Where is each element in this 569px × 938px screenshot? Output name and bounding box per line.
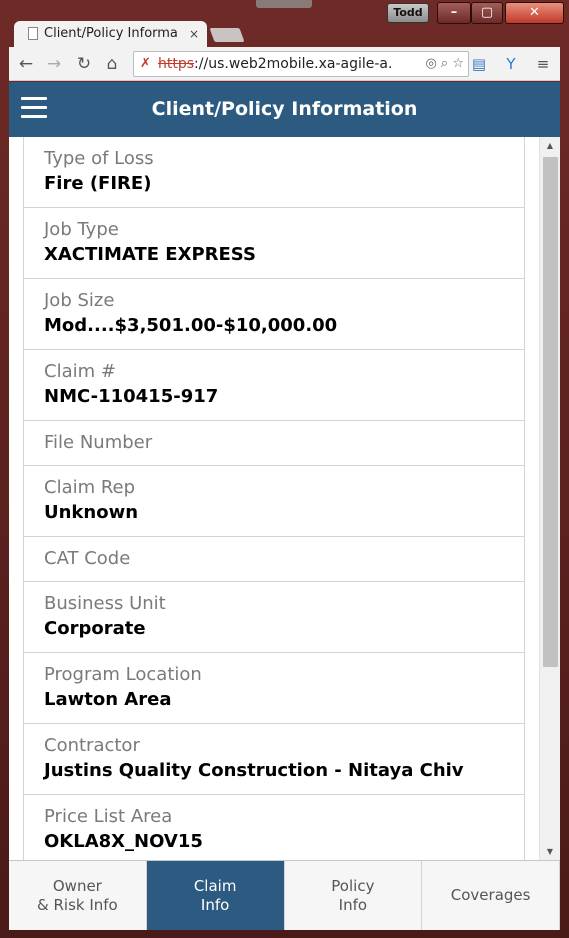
forward-icon[interactable]: → [43,53,65,75]
minimize-button[interactable]: – [437,2,471,24]
address-bar[interactable]: ✗ https://us.web2mobile.xa-agile-a. ◎ ⌕ … [133,51,469,77]
user-profile-chip[interactable]: Todd [387,3,429,23]
field-label: Job Size [44,290,115,311]
bottom-tab-1[interactable]: Claim Info [146,861,285,930]
title-bar: Todd – ▢ ✕ Client/Policy Informa × [0,0,569,47]
browser-tab[interactable]: Client/Policy Informa × [14,21,207,47]
field-label: Business Unit [44,593,166,614]
new-tab-button[interactable] [209,28,245,42]
field-value: Unknown [44,502,139,523]
tab-close-icon[interactable]: × [189,21,199,47]
field-label: Type of Loss [44,148,154,169]
field-value: Mod....$3,501.00-$10,000.00 [44,315,338,336]
field-value: Justins Quality Construction - Nitaya Ch… [44,760,464,781]
field-label: Claim Rep [44,477,136,498]
scrollbar[interactable]: ▲ ▼ [539,137,560,860]
field-row: Contractor Justins Quality Construction -… [24,724,524,795]
home-icon[interactable]: ⌂ [101,53,123,75]
field-row: Program Location Lawton Area [24,653,524,724]
maximize-button[interactable]: ▢ [471,2,503,24]
app-viewport: Client/Policy Information Type of Loss Fi… [9,82,560,930]
bottom-tab-bar: Owner & Risk Info Claim Info Policy Info Co… [9,860,560,930]
back-icon[interactable]: ← [15,53,37,75]
field-row: Job Type XACTIMATE EXPRESS [24,208,524,279]
page-icon [28,27,38,40]
bottom-tab-3[interactable]: Coverages [422,861,560,930]
field-row: Claim # NMC-110415-917 [24,350,524,421]
field-value: XACTIMATE EXPRESS [44,244,256,265]
field-value: NMC-110415-917 [44,386,219,407]
field-label: File Number [44,432,153,453]
app-header: Client/Policy Information [9,82,560,137]
scroll-up-arrow-icon[interactable]: ▲ [540,137,560,154]
field-row: Business Unit Corporate [24,582,524,653]
scroll-down-arrow-icon[interactable]: ▼ [540,843,560,860]
field-label: Contractor [44,735,140,756]
extension-y-icon[interactable]: Y [500,53,522,75]
reload-icon[interactable]: ↻ [73,53,95,75]
extension-folder-icon[interactable]: ▤ [468,53,490,75]
field-row: CAT Code [24,537,524,582]
field-label: Claim # [44,361,116,382]
window-grip [256,0,312,8]
browser-window: Todd – ▢ ✕ Client/Policy Informa × ← → ↻… [0,0,569,938]
content-area: Type of Loss Fire (FIRE) Job Type XACTIMATE… [9,137,560,860]
field-label: Job Type [44,219,119,240]
field-row: File Number [24,421,524,466]
bottom-tab-2[interactable]: Policy Info [284,861,423,930]
field-row: Type of Loss Fire (FIRE) [24,137,524,208]
field-row: Claim Rep Unknown [24,466,524,537]
bottom-tab-0[interactable]: Owner & Risk Info [9,861,147,930]
scroll-thumb[interactable] [543,157,558,667]
field-label: Program Location [44,664,202,685]
tab-title: Client/Policy Informa [44,26,178,41]
close-window-button[interactable]: ✕ [505,2,564,24]
field-value: Lawton Area [44,689,172,710]
menu-icon[interactable]: ≡ [532,53,554,75]
url-scheme: https [158,56,195,72]
field-value: Fire (FIRE) [44,173,152,194]
browser-toolbar: ← → ↻ ⌂ ✗ https://us.web2mobile.xa-agile… [9,47,560,81]
hamburger-menu-icon[interactable] [21,97,47,119]
field-list: Type of Loss Fire (FIRE) Job Type XACTIMATE… [23,137,525,860]
field-value: OKLA8X_NOV15 [44,831,203,852]
url-text: ://us.web2mobile.xa-agile-a. [194,56,393,72]
field-label: CAT Code [44,548,131,569]
page-title: Client/Policy Information [151,98,418,120]
field-value: Corporate [44,618,146,639]
field-label: Price List Area [44,806,173,827]
omnibox-icons: ◎ ⌕ ☆ [425,56,464,71]
insecure-lock-icon: ✗ [140,56,151,71]
field-row: Price List Area OKLA8X_NOV15 [24,795,524,860]
field-row: Job Size Mod....$3,501.00-$10,000.00 [24,279,524,350]
